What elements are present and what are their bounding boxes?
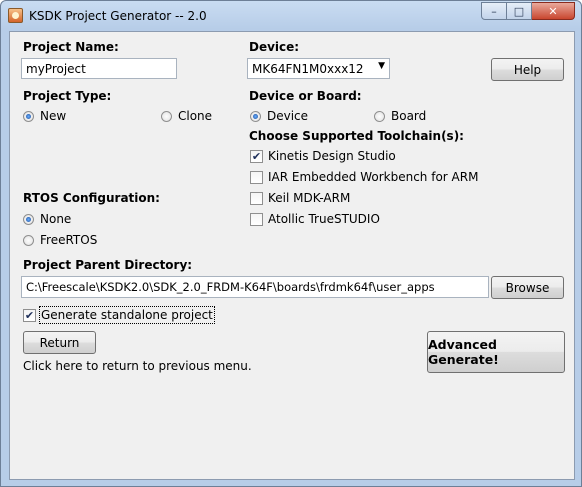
toolchain-label: Choose Supported Toolchain(s):: [249, 129, 464, 143]
board-radio[interactable]: Board: [374, 109, 426, 123]
checkbox-label: Atollic TrueSTUDIO: [268, 212, 380, 226]
toolchain-atollic-checkbox[interactable]: Atollic TrueSTUDIO: [250, 212, 380, 226]
browse-button[interactable]: Browse: [491, 276, 564, 299]
radio-label: Clone: [178, 109, 213, 123]
app-window: KSDK Project Generator -- 2.0 – □ ✕ Proj…: [0, 0, 582, 487]
rtos-label: RTOS Configuration:: [23, 191, 160, 205]
device-selected-value: MK64FN1M0xxx12: [252, 62, 364, 76]
project-name-label: Project Name:: [23, 40, 119, 54]
toolchain-kds-checkbox[interactable]: ✔ Kinetis Design Studio: [250, 149, 396, 163]
close-button[interactable]: ✕: [532, 2, 575, 20]
radio-selected-icon: [250, 110, 261, 122]
chevron-down-icon: ▼: [378, 61, 385, 71]
checkbox-unchecked-icon: [250, 170, 263, 184]
minimize-icon: –: [491, 4, 497, 18]
main-panel: Project Name: myProject Device: MK64FN1M…: [9, 31, 575, 480]
checkbox-unchecked-icon: [250, 212, 263, 226]
radio-selected-icon: [23, 213, 34, 225]
radio-label: Device: [267, 109, 309, 123]
rtos-none-radio[interactable]: None: [23, 212, 71, 226]
project-name-input[interactable]: myProject: [21, 58, 177, 79]
rtos-freertos-radio[interactable]: FreeRTOS: [23, 233, 97, 247]
checkbox-checked-icon: ✔: [250, 149, 263, 163]
project-type-clone-radio[interactable]: Clone: [161, 109, 212, 123]
radio-selected-icon: [23, 110, 34, 122]
maximize-icon: □: [513, 4, 525, 18]
standalone-checkbox[interactable]: ✔ Generate standalone project: [23, 306, 215, 324]
device-or-board-label: Device or Board:: [249, 89, 362, 103]
return-button[interactable]: Return: [23, 331, 96, 354]
return-hint: Click here to return to previous menu.: [23, 359, 252, 373]
window-title: KSDK Project Generator -- 2.0: [29, 9, 207, 23]
radio-label: New: [40, 109, 67, 123]
radio-label: None: [40, 212, 72, 226]
help-button[interactable]: Help: [491, 58, 564, 81]
toolchain-iar-checkbox[interactable]: IAR Embedded Workbench for ARM: [250, 170, 478, 184]
radio-label: FreeRTOS: [40, 233, 98, 247]
toolchain-keil-checkbox[interactable]: Keil MDK-ARM: [250, 191, 350, 205]
title-bar[interactable]: KSDK Project Generator -- 2.0 – □ ✕: [1, 1, 581, 31]
radio-unselected-icon: [161, 110, 172, 122]
checkbox-checked-icon: ✔: [23, 308, 36, 322]
checkbox-label: IAR Embedded Workbench for ARM: [268, 170, 479, 184]
device-label: Device:: [249, 40, 300, 54]
checkbox-label: Keil MDK-ARM: [268, 191, 351, 205]
checkbox-label: Kinetis Design Studio: [268, 149, 396, 163]
advanced-generate-button[interactable]: Advanced Generate!: [427, 331, 565, 373]
parent-directory-label: Project Parent Directory:: [23, 258, 193, 272]
checkbox-label: Generate standalone project: [39, 306, 215, 324]
maximize-button[interactable]: □: [507, 2, 532, 20]
device-dropdown[interactable]: MK64FN1M0xxx12 ▼: [247, 58, 390, 79]
radio-unselected-icon: [374, 110, 385, 122]
radio-label: Board: [391, 109, 427, 123]
window-controls: – □ ✕: [481, 2, 575, 21]
parent-directory-input[interactable]: C:\Freescale\KSDK2.0\SDK_2.0_FRDM-K64F\b…: [21, 276, 489, 298]
project-type-new-radio[interactable]: New: [23, 109, 66, 123]
minimize-button[interactable]: –: [481, 2, 507, 20]
project-type-label: Project Type:: [23, 89, 112, 103]
close-icon: ✕: [548, 4, 558, 18]
device-radio[interactable]: Device: [250, 109, 308, 123]
app-logo-icon: [8, 8, 23, 23]
checkbox-unchecked-icon: [250, 191, 263, 205]
radio-unselected-icon: [23, 234, 34, 246]
